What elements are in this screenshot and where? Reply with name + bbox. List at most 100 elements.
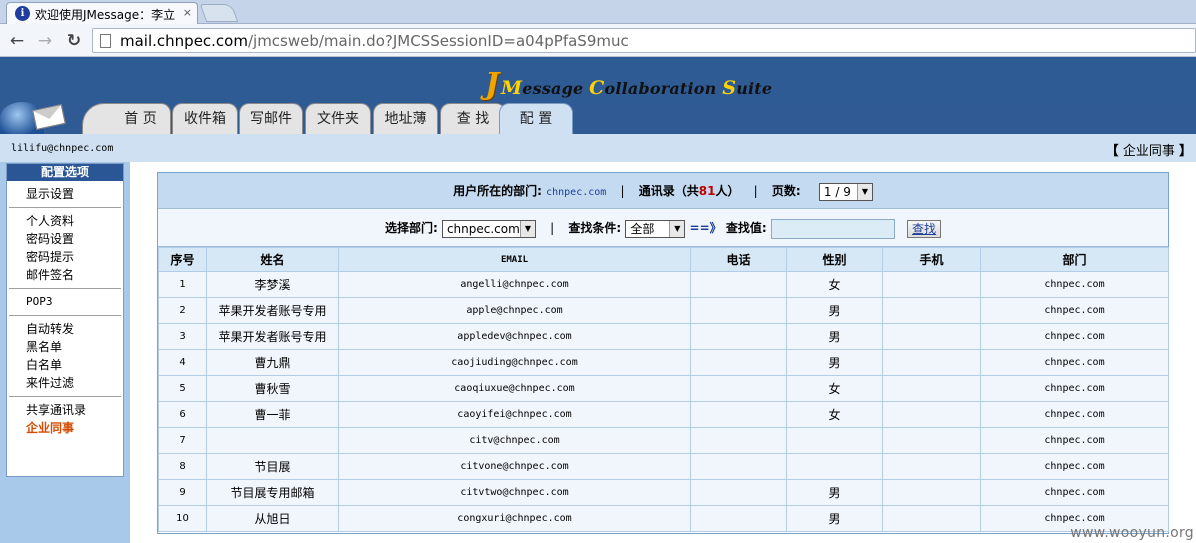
back-arrow-icon[interactable]: ← — [6, 30, 28, 52]
table-row[interactable]: 10 从旭日 congxuri@chnpec.com 男 chnpec.com — [158, 505, 1169, 532]
cell-dept: chnpec.com — [980, 323, 1169, 350]
tab-settings[interactable]: 配 置 — [499, 103, 573, 134]
cell-no: 3 — [158, 323, 207, 350]
address-count-label: 通讯录（共81人） — [638, 184, 740, 198]
col-gender[interactable]: 性别 — [786, 247, 883, 272]
sidebar-group-pop3: POP3 — [9, 289, 121, 316]
sidebar-item-blacklist[interactable]: 黑名单 — [26, 338, 121, 356]
col-no[interactable]: 序号 — [158, 247, 207, 272]
cell-mobile — [882, 505, 981, 532]
table-row[interactable]: 8 节目展 citvone@chnpec.com chnpec.com — [158, 453, 1169, 480]
address-bar[interactable]: mail.chnpec.com/jmcsweb/main.do?JMCSSess… — [92, 28, 1196, 53]
page-label: 页数: — [771, 184, 801, 198]
cell-phone — [690, 505, 787, 532]
tab-search[interactable]: 查 找 — [440, 103, 506, 134]
cell-name: 曹一菲 — [206, 401, 339, 428]
app-header: J Message Collaboration Suite 首 页 收件箱 写邮… — [0, 57, 1196, 134]
sidebar-item-display-settings[interactable]: 显示设置 — [26, 185, 121, 203]
cell-gender — [786, 453, 883, 480]
cell-name: 节目展 — [206, 453, 339, 480]
breadcrumb-current: 企业同事 — [1122, 144, 1175, 159]
url-text: mail.chnpec.com/jmcsweb/main.do?JMCSSess… — [120, 32, 629, 50]
sidebar-item-auto-forward[interactable]: 自动转发 — [26, 320, 121, 338]
cell-gender: 男 — [786, 505, 883, 532]
cell-email: apple@chnpec.com — [338, 297, 691, 324]
reload-icon[interactable]: ↻ — [63, 30, 85, 52]
table-row[interactable]: 5 曹秋雪 caoqiuxue@chnpec.com 女 chnpec.com — [158, 375, 1169, 402]
cell-no: 1 — [158, 271, 207, 298]
browser-tab-title: 欢迎使用JMessage：李立 — [35, 8, 176, 22]
cell-phone — [690, 297, 787, 324]
cell-gender: 女 — [786, 271, 883, 298]
sidebar-item-whitelist[interactable]: 白名单 — [26, 356, 121, 374]
watermark: www.wooyun.org — [1070, 525, 1194, 541]
cell-dept: chnpec.com — [980, 401, 1169, 428]
sidebar-group-account: 个人资料 密码设置 密码提示 邮件签名 — [9, 208, 121, 289]
cell-name: 苹果开发者账号专用 — [206, 297, 339, 324]
tab-folders[interactable]: 文件夹 — [305, 103, 371, 134]
sidebar-item-shared-contacts[interactable]: 共享通讯录 — [26, 401, 121, 419]
config-sidebar: 配置选项 显示设置 个人资料 密码设置 密码提示 邮件签名 POP3 自动转发 … — [6, 163, 124, 477]
cell-no: 8 — [158, 453, 207, 480]
col-mobile[interactable]: 手机 — [882, 247, 981, 272]
chevron-down-icon: ▼ — [669, 220, 685, 237]
sidebar-item-profile[interactable]: 个人资料 — [26, 212, 121, 230]
table-row[interactable]: 9 节目展专用邮箱 citvtwo@chnpec.com 男 chnpec.com — [158, 479, 1169, 506]
search-value-label: 查找值: — [725, 221, 767, 235]
table-row[interactable]: 6 曹一菲 caoyifei@chnpec.com 女 chnpec.com — [158, 401, 1169, 428]
table-row[interactable]: 7 citv@chnpec.com chnpec.com — [158, 427, 1169, 454]
col-dept[interactable]: 部门 — [980, 247, 1169, 272]
cell-dept: chnpec.com — [980, 375, 1169, 402]
table-row[interactable]: 4 曹九鼎 caojiuding@chnpec.com 男 chnpec.com — [158, 349, 1169, 376]
jmessage-logo: J Message Collaboration Suite — [485, 67, 772, 102]
page-select[interactable]: 1 / 9 ▼ — [818, 182, 873, 201]
tab-home[interactable]: 首 页 — [82, 103, 171, 134]
cell-mobile — [882, 453, 981, 480]
cell-gender: 男 — [786, 479, 883, 506]
cell-mobile — [882, 401, 981, 428]
cell-phone — [690, 375, 787, 402]
dept-link[interactable]: chnpec.com — [546, 187, 606, 198]
cell-gender: 女 — [786, 375, 883, 402]
cell-no: 9 — [158, 479, 207, 506]
sidebar-item-pop3[interactable]: POP3 — [26, 293, 121, 311]
cell-name: 李梦溪 — [206, 271, 339, 298]
chevron-down-icon: ▼ — [856, 183, 872, 200]
close-tab-icon[interactable]: × — [183, 6, 192, 19]
tab-address-book[interactable]: 地址薄 — [373, 103, 438, 134]
tab-compose[interactable]: 写邮件 — [239, 103, 303, 134]
arrow-indicator: ==》 — [689, 221, 722, 235]
cell-phone — [690, 349, 787, 376]
cell-email: angelli@chnpec.com — [338, 271, 691, 298]
sidebar-title: 配置选项 — [7, 164, 123, 181]
cell-dept: chnpec.com — [980, 349, 1169, 376]
cell-email: caoqiuxue@chnpec.com — [338, 375, 691, 402]
col-name[interactable]: 姓名 — [206, 247, 339, 272]
sidebar-item-password[interactable]: 密码设置 — [26, 230, 121, 248]
cell-email: caojiuding@chnpec.com — [338, 349, 691, 376]
browser-tab[interactable]: i 欢迎使用JMessage：李立 × — [6, 2, 198, 24]
condition-select[interactable]: 全部 ▼ — [625, 219, 686, 238]
cell-gender: 男 — [786, 297, 883, 324]
dept-select[interactable]: chnpec.com ▼ — [441, 219, 536, 238]
tab-inbox[interactable]: 收件箱 — [172, 103, 238, 134]
cell-name — [206, 427, 339, 454]
table-row[interactable]: 3 苹果开发者账号专用 appledev@chnpec.com 男 chnpec.com — [158, 323, 1169, 350]
sidebar-item-password-hint[interactable]: 密码提示 — [26, 248, 121, 266]
breadcrumb: 【 企业同事 】 — [1105, 144, 1192, 159]
col-phone[interactable]: 电话 — [690, 247, 787, 272]
sidebar-item-signature[interactable]: 邮件签名 — [26, 266, 121, 284]
contacts-table: 序号 姓名 EMAIL 电话 性别 手机 部门 1 李梦溪 angelli@chnp… — [158, 247, 1169, 532]
chevron-down-icon: ▼ — [519, 220, 535, 237]
new-tab-button[interactable] — [199, 4, 239, 22]
cell-mobile — [882, 375, 981, 402]
cell-name: 从旭日 — [206, 505, 339, 532]
table-row[interactable]: 1 李梦溪 angelli@chnpec.com 女 chnpec.com — [158, 271, 1169, 298]
sidebar-item-colleagues[interactable]: 企业同事 — [26, 419, 121, 437]
forward-arrow-icon[interactable]: → — [34, 30, 56, 52]
search-input[interactable] — [770, 218, 895, 239]
col-email[interactable]: EMAIL — [338, 247, 691, 272]
table-row[interactable]: 2 苹果开发者账号专用 apple@chnpec.com 男 chnpec.com — [158, 297, 1169, 324]
search-button[interactable]: 查找 — [907, 219, 942, 238]
sidebar-item-incoming-filter[interactable]: 来件过滤 — [26, 374, 121, 392]
